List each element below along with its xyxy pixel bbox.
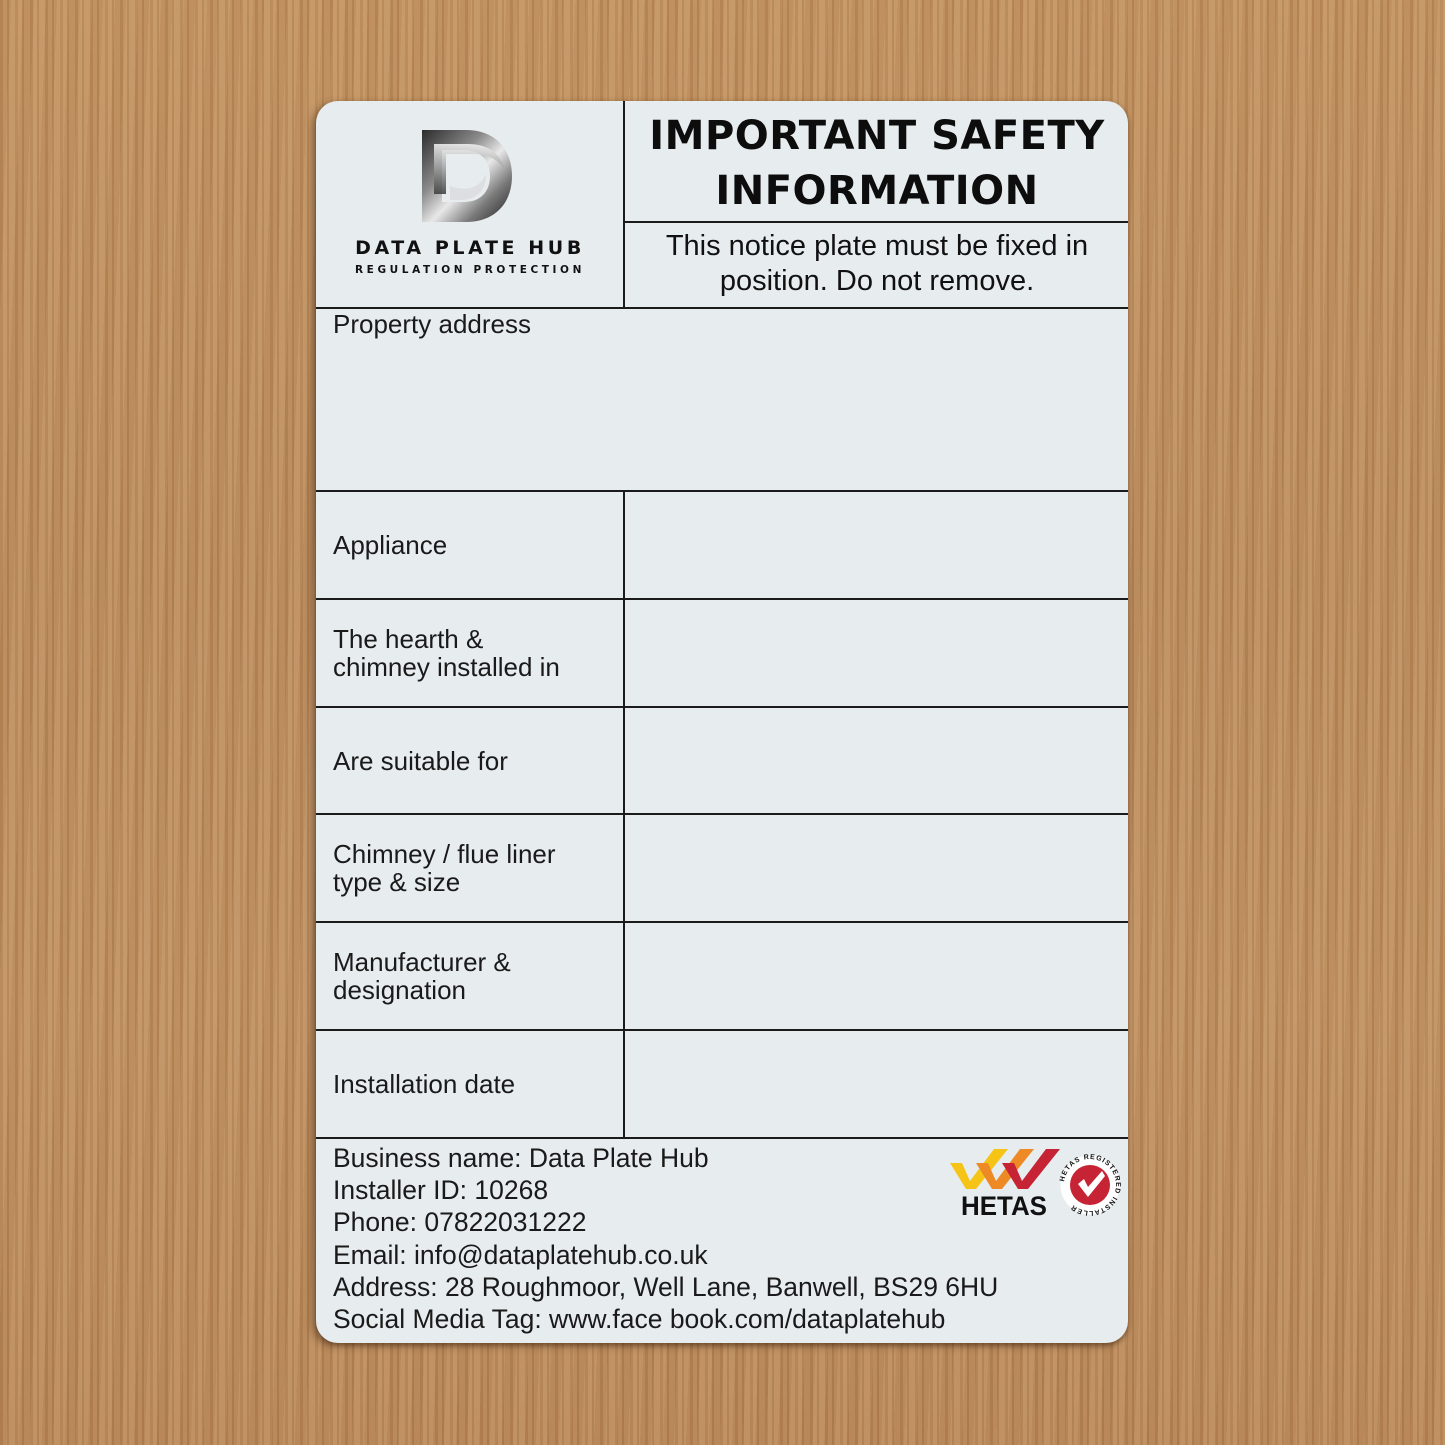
address: Address: 28 Roughmoor, Well Lane, Banwel… (333, 1271, 999, 1302)
label-line: Chimney / flue liner (333, 839, 556, 869)
title-line: IMPORTANT SAFETY (649, 113, 1105, 159)
installer-id: Installer ID: 10268 (333, 1175, 549, 1206)
hetas-certification: HETAS HETAS REGISTERED INSTALLER (946, 1141, 1122, 1221)
notice-line: position. Do not remove. (719, 265, 1035, 297)
social-media-tag: Social Media Tag: www.face book.com/data… (333, 1304, 946, 1335)
registered-installer-check-icon: HETAS REGISTERED INSTALLER (1059, 1154, 1121, 1216)
label-line: Are suitable for (333, 745, 508, 776)
notice-text: This notice plate must be fixed in posit… (626, 229, 1128, 299)
label-line: Installation date (333, 1069, 516, 1099)
field-value-manufacturer[interactable] (626, 923, 1128, 1029)
property-address-field[interactable] (333, 346, 1111, 481)
property-address-label: Property address (333, 309, 531, 339)
field-label-installation-date: Installation date (333, 1031, 623, 1137)
field-value-hearth-chimney[interactable] (626, 600, 1128, 706)
notice-line: This notice plate must be fixed in (665, 230, 1089, 262)
label-line: chimney installed in (333, 652, 560, 682)
field-value-suitable-for[interactable] (626, 708, 1128, 813)
label-line: type & size (333, 867, 461, 897)
field-label-appliance: Appliance (333, 492, 623, 598)
field-label-manufacturer: Manufacturer & designation (333, 923, 623, 1029)
email: Email: info@dataplatehub.co.uk (333, 1239, 708, 1270)
brand-tagline: REGULATION PROTECTION (355, 264, 585, 276)
phone: Phone: 07822031222 (333, 1207, 587, 1238)
brand-name: DATA PLATE HUB (355, 237, 585, 259)
field-label-suitable-for: Are suitable for (333, 708, 623, 813)
label-line: designation (333, 975, 466, 1005)
hetas-wordmark: HETAS (961, 1191, 1047, 1221)
installer-details: Business name: Data Plate Hub Installer … (333, 1142, 998, 1335)
label-line: Manufacturer & (333, 947, 511, 977)
label-line: The hearth & (333, 624, 484, 654)
field-value-installation-date[interactable] (626, 1031, 1128, 1137)
label-line: Appliance (333, 530, 448, 560)
field-value-appliance[interactable] (626, 492, 1128, 598)
safety-data-plate: DATA PLATE HUB REGULATION PROTECTION IMP… (316, 101, 1128, 1343)
title-line: INFORMATION (715, 168, 1039, 214)
field-value-flue-liner[interactable] (626, 815, 1128, 921)
business-name: Business name: Data Plate Hub (333, 1143, 709, 1173)
hetas-logo-icon: HETAS HETAS REGISTERED INSTALLER (950, 1149, 1121, 1221)
brand-logo: DATA PLATE HUB REGULATION PROTECTION (316, 101, 624, 308)
header-title-divider (624, 221, 1128, 223)
page-title: IMPORTANT SAFETY INFORMATION (626, 109, 1128, 219)
fields-bottom-divider (316, 1137, 1128, 1139)
field-label-hearth-chimney: The hearth & chimney installed in (333, 600, 623, 706)
dph-d-monogram-icon (422, 130, 512, 222)
field-label-flue-liner: Chimney / flue liner type & size (333, 815, 623, 921)
